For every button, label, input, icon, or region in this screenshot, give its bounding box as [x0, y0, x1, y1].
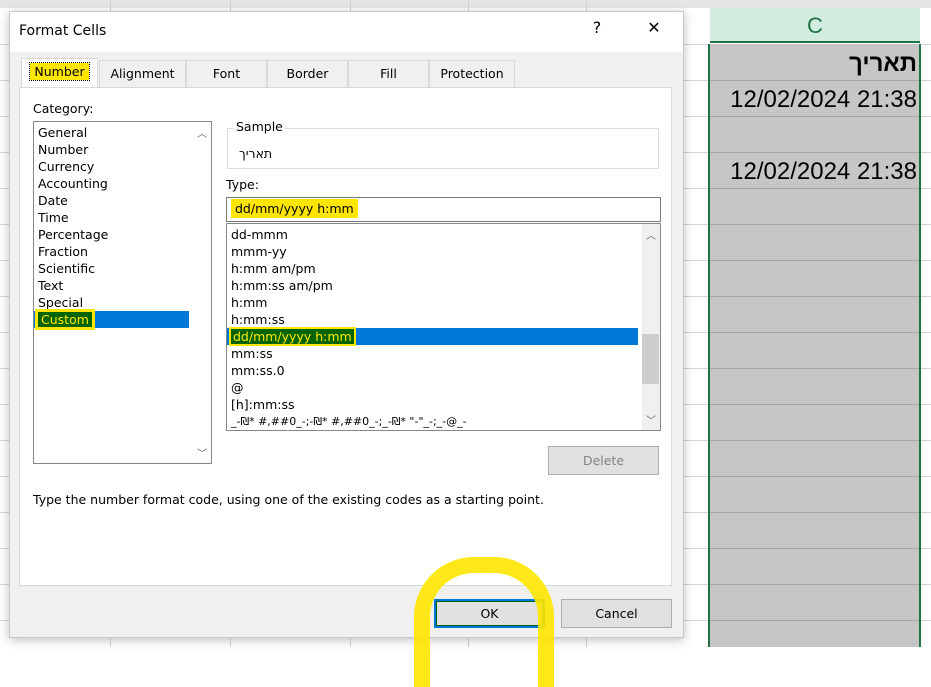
tab-border[interactable]: Border: [267, 60, 348, 87]
category-currency[interactable]: Currency: [34, 158, 211, 175]
type-item[interactable]: [h]:mm:ss: [227, 396, 638, 413]
category-percentage[interactable]: Percentage: [34, 226, 211, 243]
scroll-up-icon[interactable]: ︿: [193, 125, 211, 140]
type-item[interactable]: mmm-yy: [227, 243, 638, 260]
close-icon[interactable]: ✕: [639, 18, 669, 37]
number-tab-panel: Category: General Number Currency Accoun…: [19, 87, 672, 586]
help-button[interactable]: ?: [582, 18, 612, 37]
category-date[interactable]: Date: [34, 192, 211, 209]
category-text[interactable]: Text: [34, 277, 211, 294]
category-scientific[interactable]: Scientific: [34, 260, 211, 277]
dialog-title: Format Cells: [19, 23, 107, 39]
column-header-row: [0, 0, 931, 8]
tab-font[interactable]: Font: [186, 60, 267, 87]
category-label: Category:: [33, 101, 94, 116]
category-time[interactable]: Time: [34, 209, 211, 226]
category-general[interactable]: General: [34, 124, 211, 141]
type-item[interactable]: h:mm: [227, 294, 638, 311]
scroll-up-icon[interactable]: ︿: [642, 227, 660, 242]
type-item[interactable]: @: [227, 379, 638, 396]
type-item[interactable]: dd-mmm: [227, 226, 638, 243]
type-item[interactable]: h:mm:ss: [227, 311, 638, 328]
sample-box: Sample תאריך: [227, 119, 659, 169]
cell-c4[interactable]: 12/02/2024 21:38: [712, 158, 917, 186]
type-item[interactable]: _-₪* #,##0_-;-₪* #,##0_-;_-₪* "-"_-;_-@_…: [227, 413, 638, 430]
type-label: Type:: [226, 177, 259, 192]
tab-fill[interactable]: Fill: [348, 60, 429, 87]
category-list[interactable]: General Number Currency Accounting Date …: [33, 121, 212, 464]
category-accounting[interactable]: Accounting: [34, 175, 211, 192]
category-scrollbar[interactable]: ︿ ﹀: [193, 122, 211, 463]
tab-alignment[interactable]: Alignment: [99, 60, 186, 87]
dialog-titlebar: Format Cells ? ✕: [10, 12, 683, 52]
type-list[interactable]: dd-mmm mmm-yy h:mm am/pm h:mm:ss am/pm h…: [226, 223, 661, 431]
format-cells-dialog: Format Cells ? ✕ Number Alignment Font B…: [9, 11, 684, 638]
column-header-c[interactable]: C: [710, 8, 920, 43]
scroll-down-icon[interactable]: ﹀: [642, 412, 660, 427]
scroll-down-icon[interactable]: ﹀: [193, 445, 211, 460]
cell-c2[interactable]: 12/02/2024 21:38: [712, 86, 917, 114]
selected-column-c[interactable]: [708, 44, 921, 647]
type-item[interactable]: h:mm am/pm: [227, 260, 638, 277]
category-number[interactable]: Number: [34, 141, 211, 158]
type-input[interactable]: dd/mm/yyyy h:mm: [226, 197, 661, 222]
cell-c1[interactable]: תאריך: [712, 50, 917, 78]
ok-button[interactable]: OK: [434, 599, 545, 628]
sample-label: Sample: [234, 119, 285, 134]
tab-protection[interactable]: Protection: [429, 60, 515, 87]
type-item[interactable]: mm:ss: [227, 345, 638, 362]
cancel-button[interactable]: Cancel: [561, 599, 672, 628]
delete-button[interactable]: Delete: [548, 446, 659, 475]
sample-value: תאריך: [239, 146, 273, 161]
type-scrollbar[interactable]: ︿ ﹀: [642, 224, 660, 430]
scroll-thumb[interactable]: [642, 334, 659, 384]
type-item[interactable]: h:mm:ss am/pm: [227, 277, 638, 294]
hint-text: Type the number format code, using one o…: [33, 492, 544, 507]
type-item[interactable]: mm:ss.0: [227, 362, 638, 379]
category-special[interactable]: Special: [34, 294, 211, 311]
category-custom[interactable]: Custom: [34, 311, 189, 328]
type-item-selected[interactable]: dd/mm/yyyy h:mm: [227, 328, 638, 345]
category-fraction[interactable]: Fraction: [34, 243, 211, 260]
tab-number[interactable]: Number: [21, 58, 98, 88]
